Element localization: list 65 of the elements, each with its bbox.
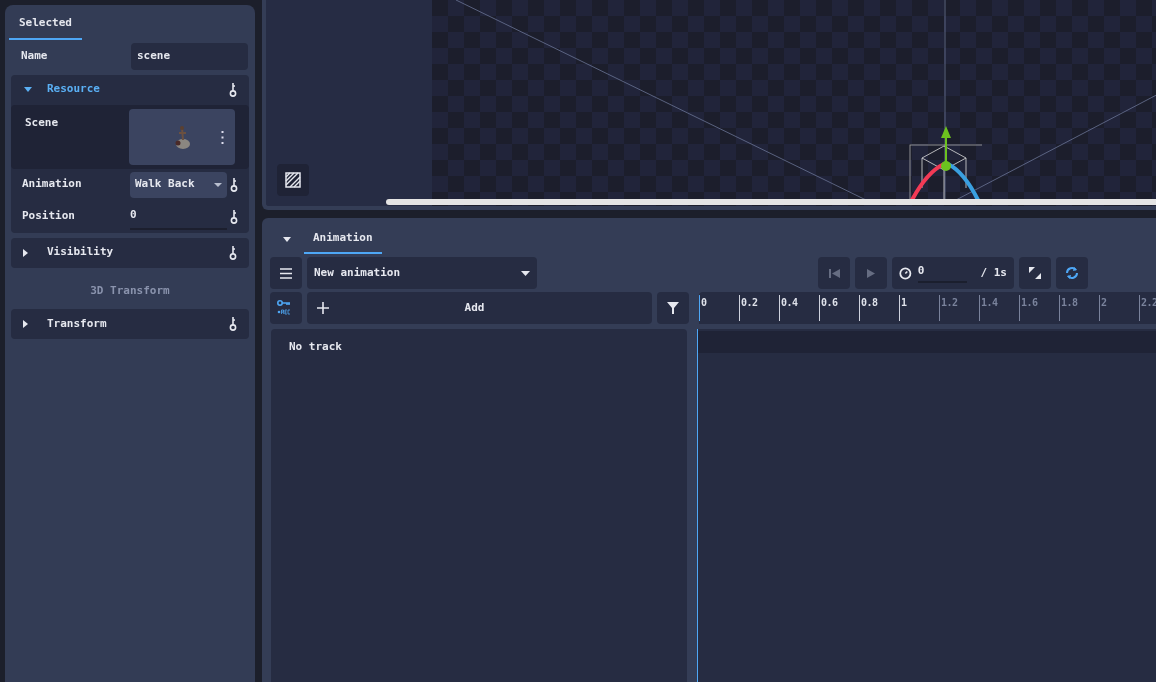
dropdown-caret-icon	[521, 270, 530, 276]
collapse-arrow-icon[interactable]	[23, 86, 33, 93]
position-field[interactable]: 0	[130, 203, 227, 230]
property-label: Name	[21, 48, 49, 65]
section-title: Visibility	[47, 244, 114, 261]
fit-button[interactable]	[1019, 257, 1051, 289]
property-label: Position	[22, 208, 76, 225]
key-icon[interactable]	[229, 317, 237, 331]
horizontal-scrollbar[interactable]	[386, 199, 1156, 205]
collapse-arrow-icon[interactable]	[282, 237, 292, 243]
section-header[interactable]: Resource	[11, 74, 249, 105]
time-tick-label: 1.4	[981, 297, 998, 308]
current-time: 0	[917, 263, 967, 283]
property-label: Animation	[22, 176, 83, 193]
dropdown-caret-icon	[214, 182, 222, 187]
expand-arrow-icon[interactable]	[23, 247, 29, 258]
loop-button[interactable]	[1056, 257, 1088, 289]
animation-tab[interactable]: Animation	[304, 229, 382, 254]
section-header[interactable]: Visibility	[11, 237, 249, 268]
time-tick-label: 0.8	[861, 297, 878, 308]
key-icon[interactable]	[229, 245, 237, 260]
time-tick-label: 1	[901, 297, 907, 308]
time-tick-label: 0.4	[781, 297, 798, 308]
key-icon[interactable]	[230, 177, 238, 192]
skip-back-icon	[828, 268, 840, 278]
time-tick-label: 1.8	[1061, 297, 1078, 308]
section-header[interactable]: Transform	[11, 309, 249, 339]
key-icon[interactable]	[230, 209, 238, 224]
key-record-button[interactable]	[270, 292, 302, 324]
section-title: Transform	[47, 315, 107, 332]
time-tick-label: 0.2	[741, 297, 758, 308]
category-label: 3D Transform	[89, 282, 171, 299]
filter-icon	[667, 302, 679, 314]
play-button[interactable]	[855, 257, 887, 289]
time-tick-label: 1.6	[1021, 297, 1038, 308]
empty-track-message: No track	[289, 340, 342, 353]
animation-dropdown[interactable]: Walk Back	[130, 171, 227, 198]
section-title: Resource	[47, 81, 100, 98]
expand-arrow-icon[interactable]	[23, 319, 29, 329]
menu-icon	[280, 267, 292, 279]
skip-back-button[interactable]	[818, 257, 850, 289]
time-tick-label: 1.2	[941, 297, 958, 308]
diagonal-arrows-icon	[1029, 267, 1041, 279]
loop-icon	[1065, 266, 1079, 280]
key-icon[interactable]	[229, 82, 237, 97]
name-field[interactable]: scene	[131, 43, 248, 70]
striped-square-icon	[285, 172, 301, 188]
time-tick-label: 2.2	[1141, 297, 1156, 308]
time-tick-label: 0.6	[821, 297, 838, 308]
view-mode-button[interactable]	[277, 164, 309, 196]
time-tick-label: 2	[1101, 297, 1107, 308]
timeline-ruler[interactable]: 0 0.2 0.4 0.6 0.8 1 1.2 1.4 1.6 1.8 2 2.2	[699, 292, 1156, 324]
time-field[interactable]: 0 / 1s	[892, 257, 1014, 289]
animation-length: / 1s	[980, 264, 1007, 281]
filter-button[interactable]	[657, 292, 689, 324]
time-tick-label: 0	[701, 297, 707, 308]
add-track-button[interactable]: Add	[307, 292, 652, 324]
more-options-icon[interactable]	[221, 130, 224, 144]
inspector-tab[interactable]: Selected	[9, 12, 82, 40]
menu-button[interactable]	[270, 257, 302, 289]
clock-icon	[899, 266, 912, 280]
animation-select[interactable]: New animation	[307, 257, 537, 289]
property-label: Scene	[25, 114, 60, 131]
plus-icon	[317, 302, 329, 314]
play-icon	[867, 268, 875, 278]
